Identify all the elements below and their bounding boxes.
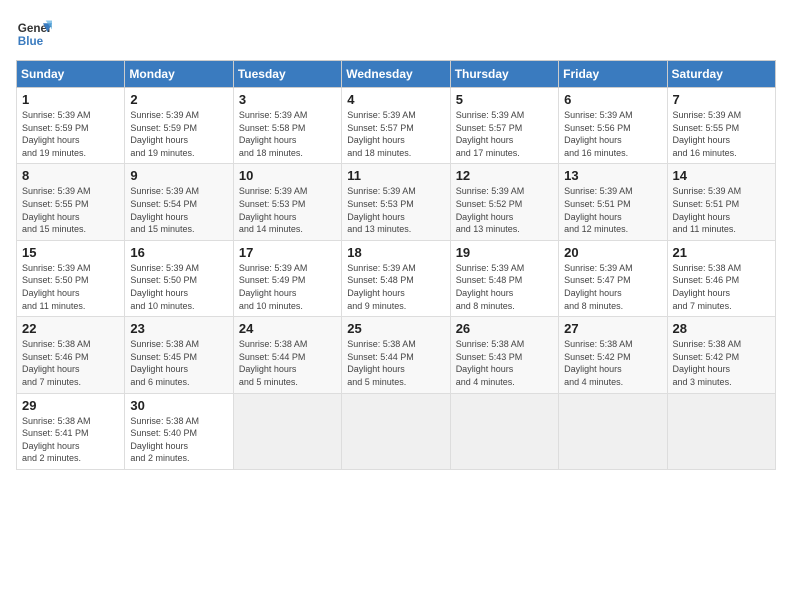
calendar-day-22: 22Sunrise: 5:38 AMSunset: 5:46 PMDayligh…: [17, 317, 125, 393]
calendar-week-3: 22Sunrise: 5:38 AMSunset: 5:46 PMDayligh…: [17, 317, 776, 393]
calendar-day-7: 7Sunrise: 5:39 AMSunset: 5:55 PMDaylight…: [667, 88, 775, 164]
calendar-day-26: 26Sunrise: 5:38 AMSunset: 5:43 PMDayligh…: [450, 317, 558, 393]
logo-icon: General Blue: [16, 16, 52, 52]
calendar-day-23: 23Sunrise: 5:38 AMSunset: 5:45 PMDayligh…: [125, 317, 233, 393]
calendar-header-sunday: Sunday: [17, 61, 125, 88]
calendar-header-monday: Monday: [125, 61, 233, 88]
calendar-day-20: 20Sunrise: 5:39 AMSunset: 5:47 PMDayligh…: [559, 240, 667, 316]
calendar-header-row: SundayMondayTuesdayWednesdayThursdayFrid…: [17, 61, 776, 88]
calendar-header-tuesday: Tuesday: [233, 61, 341, 88]
calendar-header-saturday: Saturday: [667, 61, 775, 88]
page-header: General Blue: [16, 16, 776, 52]
calendar-day-5: 5Sunrise: 5:39 AMSunset: 5:57 PMDaylight…: [450, 88, 558, 164]
svg-text:Blue: Blue: [18, 35, 44, 48]
calendar-day-1: 1Sunrise: 5:39 AMSunset: 5:59 PMDaylight…: [17, 88, 125, 164]
calendar-day-27: 27Sunrise: 5:38 AMSunset: 5:42 PMDayligh…: [559, 317, 667, 393]
calendar-day-24: 24Sunrise: 5:38 AMSunset: 5:44 PMDayligh…: [233, 317, 341, 393]
calendar-day-9: 9Sunrise: 5:39 AMSunset: 5:54 PMDaylight…: [125, 164, 233, 240]
calendar-day-empty: [559, 393, 667, 469]
calendar-day-29: 29Sunrise: 5:38 AMSunset: 5:41 PMDayligh…: [17, 393, 125, 469]
calendar-day-28: 28Sunrise: 5:38 AMSunset: 5:42 PMDayligh…: [667, 317, 775, 393]
calendar-day-6: 6Sunrise: 5:39 AMSunset: 5:56 PMDaylight…: [559, 88, 667, 164]
calendar-day-13: 13Sunrise: 5:39 AMSunset: 5:51 PMDayligh…: [559, 164, 667, 240]
calendar-day-empty: [450, 393, 558, 469]
calendar-week-2: 15Sunrise: 5:39 AMSunset: 5:50 PMDayligh…: [17, 240, 776, 316]
calendar-day-12: 12Sunrise: 5:39 AMSunset: 5:52 PMDayligh…: [450, 164, 558, 240]
calendar-day-21: 21Sunrise: 5:38 AMSunset: 5:46 PMDayligh…: [667, 240, 775, 316]
calendar-table: SundayMondayTuesdayWednesdayThursdayFrid…: [16, 60, 776, 470]
calendar-day-2: 2Sunrise: 5:39 AMSunset: 5:59 PMDaylight…: [125, 88, 233, 164]
calendar-day-empty: [342, 393, 450, 469]
calendar-day-30: 30Sunrise: 5:38 AMSunset: 5:40 PMDayligh…: [125, 393, 233, 469]
calendar-day-8: 8Sunrise: 5:39 AMSunset: 5:55 PMDaylight…: [17, 164, 125, 240]
calendar-day-3: 3Sunrise: 5:39 AMSunset: 5:58 PMDaylight…: [233, 88, 341, 164]
calendar-day-empty: [667, 393, 775, 469]
calendar-header-thursday: Thursday: [450, 61, 558, 88]
calendar-header-friday: Friday: [559, 61, 667, 88]
calendar-day-16: 16Sunrise: 5:39 AMSunset: 5:50 PMDayligh…: [125, 240, 233, 316]
calendar-day-25: 25Sunrise: 5:38 AMSunset: 5:44 PMDayligh…: [342, 317, 450, 393]
calendar-week-0: 1Sunrise: 5:39 AMSunset: 5:59 PMDaylight…: [17, 88, 776, 164]
calendar-day-10: 10Sunrise: 5:39 AMSunset: 5:53 PMDayligh…: [233, 164, 341, 240]
calendar-day-19: 19Sunrise: 5:39 AMSunset: 5:48 PMDayligh…: [450, 240, 558, 316]
calendar-day-4: 4Sunrise: 5:39 AMSunset: 5:57 PMDaylight…: [342, 88, 450, 164]
logo: General Blue: [16, 16, 52, 52]
calendar-day-15: 15Sunrise: 5:39 AMSunset: 5:50 PMDayligh…: [17, 240, 125, 316]
calendar-week-1: 8Sunrise: 5:39 AMSunset: 5:55 PMDaylight…: [17, 164, 776, 240]
calendar-header-wednesday: Wednesday: [342, 61, 450, 88]
calendar-week-4: 29Sunrise: 5:38 AMSunset: 5:41 PMDayligh…: [17, 393, 776, 469]
calendar-day-empty: [233, 393, 341, 469]
calendar-day-14: 14Sunrise: 5:39 AMSunset: 5:51 PMDayligh…: [667, 164, 775, 240]
calendar-day-18: 18Sunrise: 5:39 AMSunset: 5:48 PMDayligh…: [342, 240, 450, 316]
calendar-day-11: 11Sunrise: 5:39 AMSunset: 5:53 PMDayligh…: [342, 164, 450, 240]
calendar-day-17: 17Sunrise: 5:39 AMSunset: 5:49 PMDayligh…: [233, 240, 341, 316]
